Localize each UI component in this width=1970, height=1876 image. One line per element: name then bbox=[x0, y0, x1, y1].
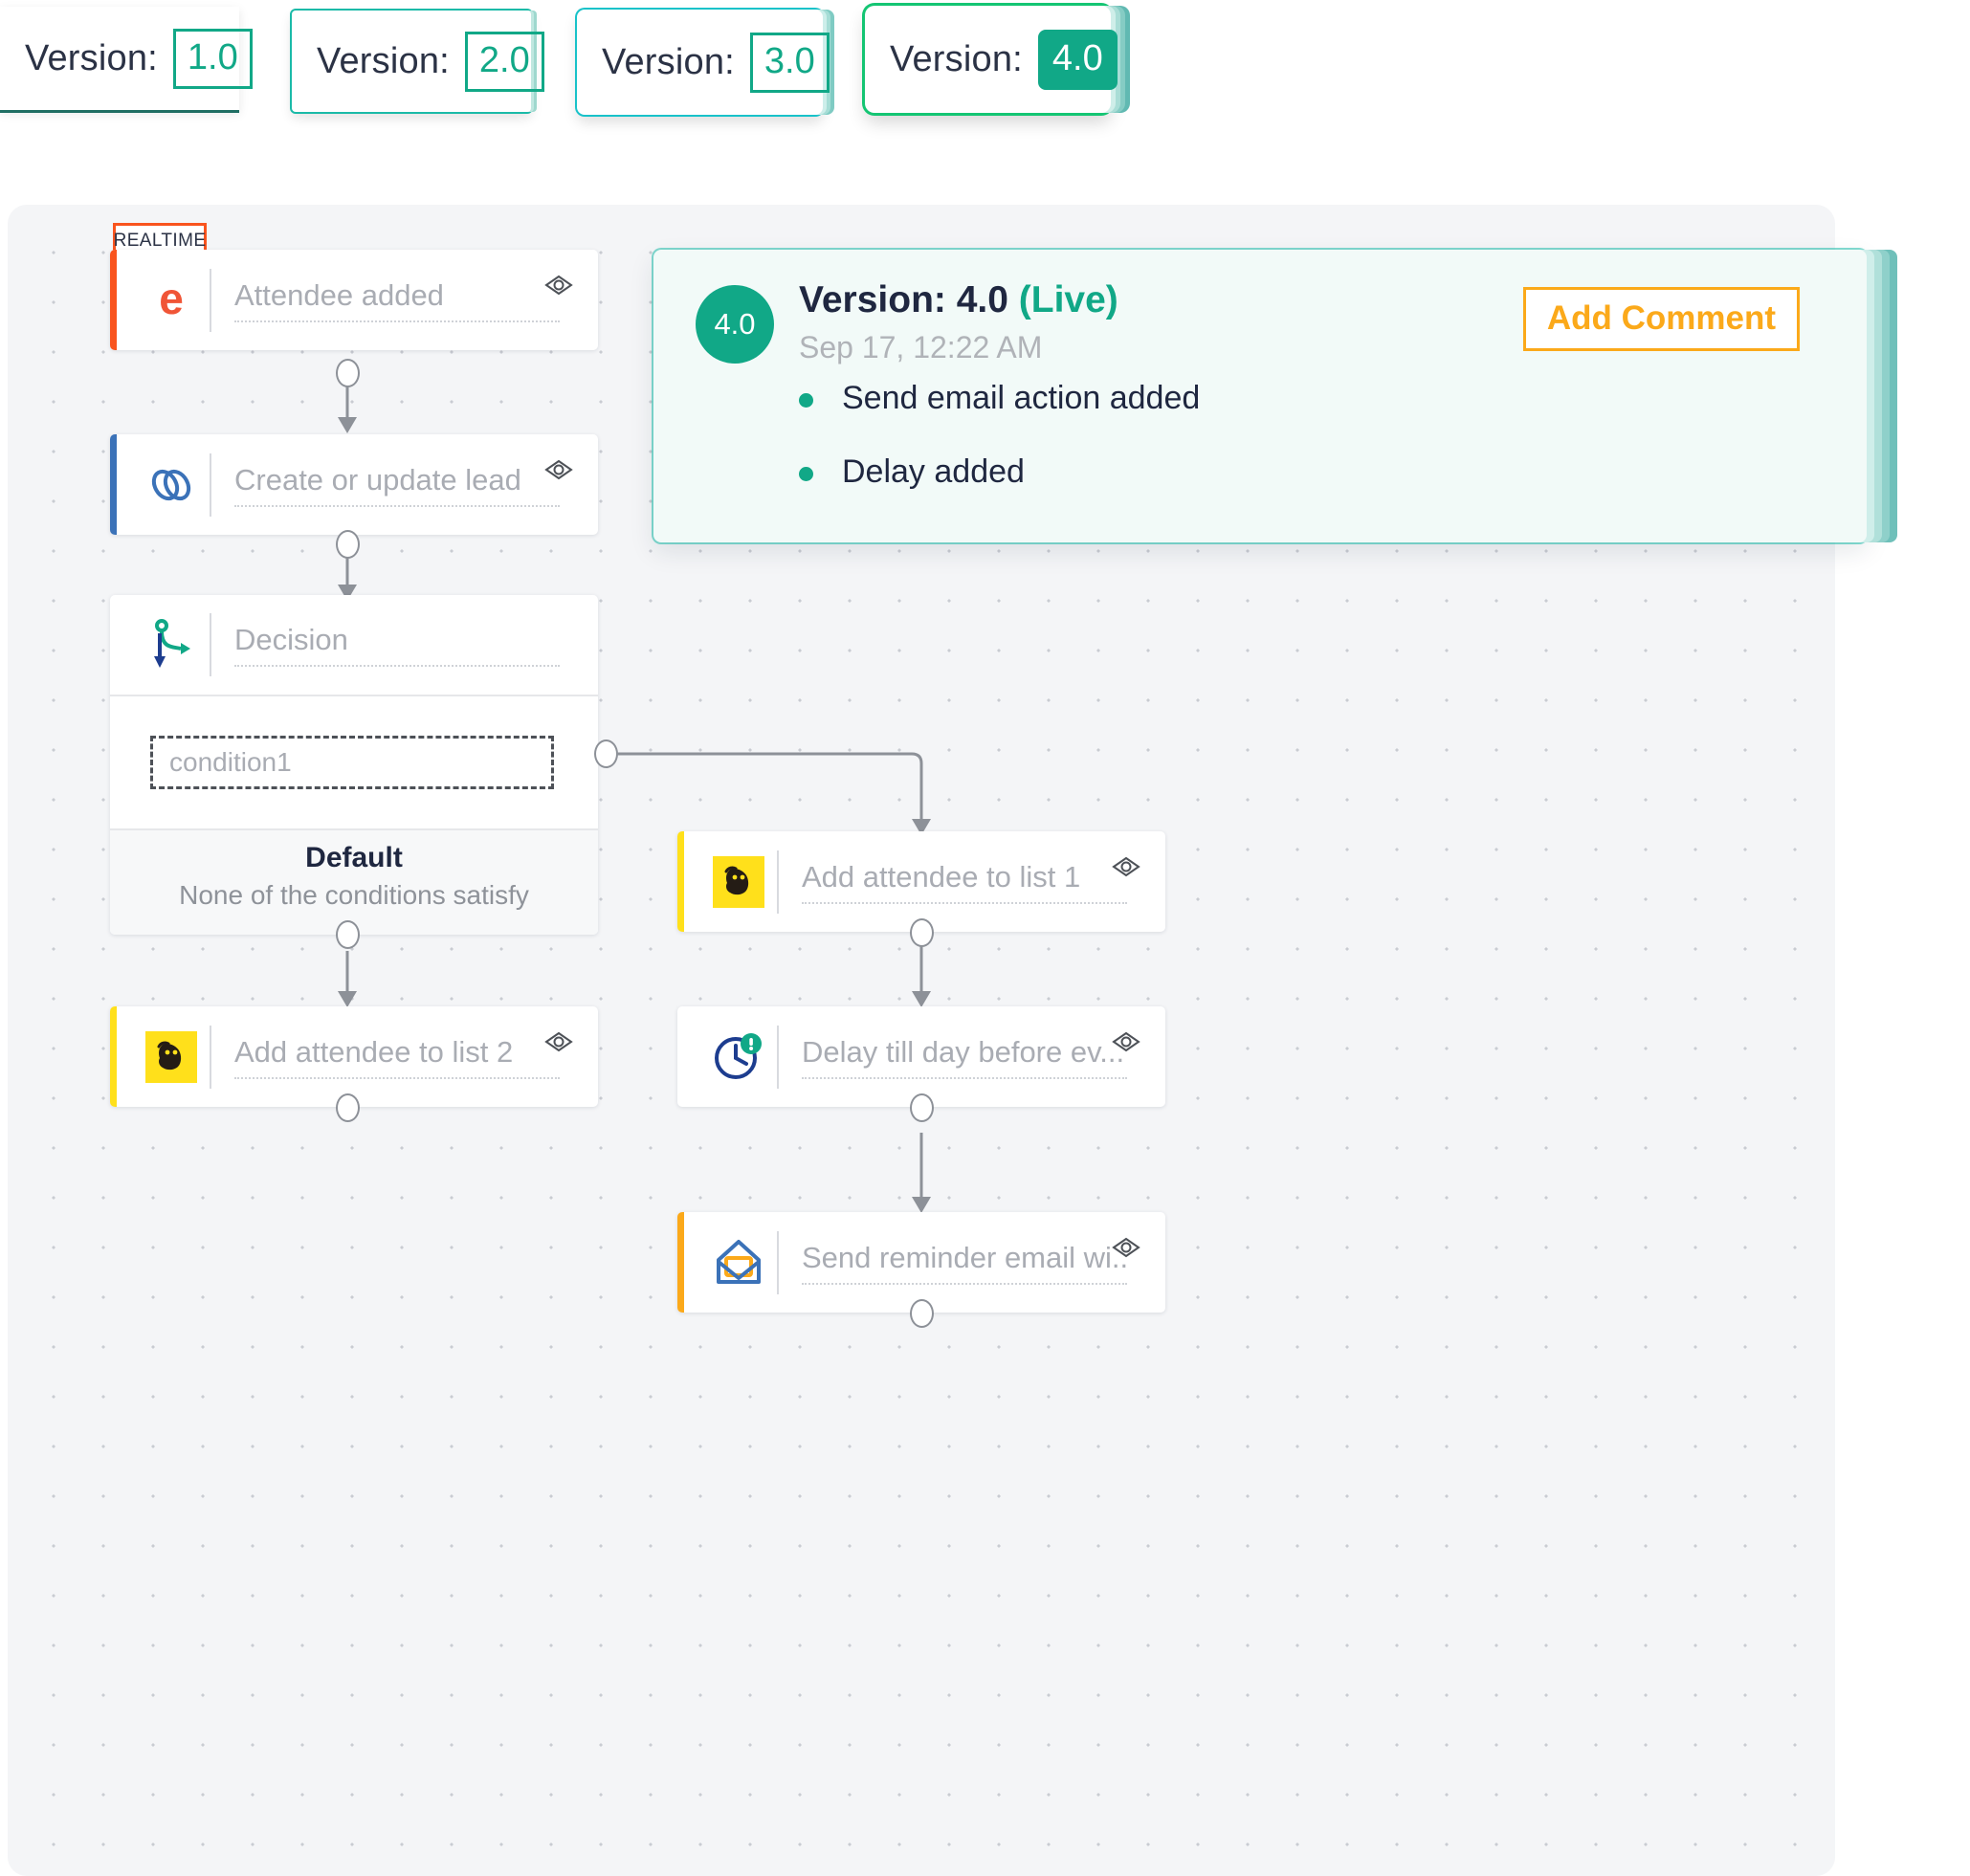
node-divider bbox=[210, 1025, 211, 1089]
decision-header: Decision bbox=[110, 595, 598, 696]
node-divider bbox=[210, 452, 211, 517]
decision-default-subtitle: None of the conditions satisfy bbox=[179, 880, 529, 910]
node-create-update-lead-title: Create or update lead bbox=[234, 463, 560, 507]
version-strip: Version: 1.0 Version: 2.0 Version: 3.0 V… bbox=[0, 0, 1970, 182]
version-card-4[interactable]: Version: 4.0 bbox=[865, 6, 1118, 113]
port-delay-out[interactable] bbox=[910, 1093, 934, 1122]
change-list-item: Send email action added bbox=[799, 380, 1200, 417]
arrowhead-reminder bbox=[912, 1197, 931, 1213]
eventbrite-e-icon: e bbox=[139, 269, 204, 332]
decision-branch-icon bbox=[139, 613, 204, 676]
panel-title-live-badge: (Live) bbox=[1018, 279, 1118, 320]
arrowhead-list2 bbox=[338, 991, 357, 1007]
node-divider bbox=[777, 850, 779, 914]
version-card-2-badge: 2.0 bbox=[464, 31, 544, 92]
version-card-3-label: Version: bbox=[602, 41, 735, 82]
node-divider bbox=[777, 1025, 779, 1089]
version-card-1[interactable]: Version: 1.0 bbox=[0, 7, 253, 110]
eye-icon[interactable] bbox=[544, 1031, 573, 1052]
panel-timestamp: Sep 17, 12:22 AM bbox=[799, 330, 1043, 364]
version-avatar: 4.0 bbox=[696, 285, 774, 364]
node-send-reminder-email[interactable]: Send reminder email wi... bbox=[677, 1212, 1165, 1313]
eye-icon[interactable] bbox=[544, 275, 573, 296]
arrowhead-delay bbox=[912, 991, 931, 1007]
open-envelope-icon bbox=[706, 1231, 771, 1294]
eye-icon[interactable] bbox=[1112, 856, 1140, 877]
change-list-item: Delay added bbox=[799, 453, 1200, 491]
node-accent-bar bbox=[110, 434, 117, 535]
mailchimp-icon bbox=[706, 850, 771, 914]
node-accent-bar bbox=[677, 831, 684, 932]
version-card-4-badge: 4.0 bbox=[1037, 29, 1118, 90]
eye-icon[interactable] bbox=[1112, 1237, 1140, 1258]
node-create-update-lead[interactable]: Create or update lead bbox=[110, 434, 598, 535]
condition-1[interactable]: condition1 bbox=[150, 736, 554, 789]
version-card-1-label: Version: bbox=[25, 37, 158, 78]
panel-header: Version: 4.0 (Live) Sep 17, 12:22 AM bbox=[799, 279, 1118, 365]
node-add-attendee-list-2[interactable]: Add attendee to list 2 bbox=[110, 1006, 598, 1107]
decision-default-branch: Default None of the conditions satisfy bbox=[110, 830, 598, 935]
node-delay[interactable]: Delay till day before ev... bbox=[677, 1006, 1165, 1107]
arrowhead-lead bbox=[338, 417, 357, 433]
node-divider bbox=[210, 613, 211, 676]
panel-title: Version: 4.0 (Live) bbox=[799, 279, 1118, 321]
add-comment-button[interactable]: Add Comment bbox=[1522, 287, 1800, 351]
port-attendee-out[interactable] bbox=[336, 359, 360, 387]
version-card-3-badge: 3.0 bbox=[749, 32, 830, 93]
mailchimp-icon bbox=[139, 1026, 204, 1089]
node-send-reminder-email-title: Send reminder email wi... bbox=[802, 1241, 1127, 1285]
eye-icon[interactable] bbox=[544, 459, 573, 480]
panel-title-version: Version: 4.0 bbox=[799, 279, 1008, 320]
node-attendee-added-title: Attendee added bbox=[234, 278, 560, 322]
node-add-attendee-list-1[interactable]: Add attendee to list 1 bbox=[677, 831, 1165, 932]
port-reminder-out[interactable] bbox=[910, 1299, 934, 1328]
clock-alert-icon bbox=[706, 1026, 771, 1089]
node-decision[interactable]: Decision condition1 Default None of the … bbox=[110, 595, 598, 935]
node-delay-title: Delay till day before ev... bbox=[802, 1035, 1127, 1079]
decision-conditions: condition1 bbox=[110, 696, 598, 830]
realtime-badge-label: REALTIME bbox=[113, 230, 207, 251]
version-card-2-label: Version: bbox=[317, 40, 450, 81]
node-accent-bar bbox=[110, 250, 117, 350]
node-accent-bar bbox=[110, 1006, 117, 1107]
port-default-out[interactable] bbox=[336, 920, 360, 949]
node-add-attendee-list-1-title: Add attendee to list 1 bbox=[802, 860, 1127, 904]
node-decision-title: Decision bbox=[234, 623, 560, 667]
change-list: Send email action added Delay added bbox=[799, 380, 1200, 527]
node-divider bbox=[777, 1230, 779, 1294]
decision-default-title: Default bbox=[305, 842, 403, 873]
node-accent-bar bbox=[677, 1212, 684, 1313]
version-comment-panel: 4.0 Version: 4.0 (Live) Sep 17, 12:22 AM… bbox=[653, 250, 1867, 542]
port-list2-out[interactable] bbox=[336, 1093, 360, 1122]
port-lead-out[interactable] bbox=[336, 530, 360, 559]
zoho-links-icon bbox=[139, 453, 204, 517]
port-condition1-out[interactable] bbox=[594, 739, 618, 768]
connector-condition-to-list1 bbox=[606, 752, 923, 822]
version-card-3[interactable]: Version: 3.0 bbox=[577, 10, 830, 115]
port-list1-out[interactable] bbox=[910, 918, 934, 947]
version-card-2[interactable]: Version: 2.0 bbox=[292, 11, 544, 112]
eye-icon[interactable] bbox=[1112, 1031, 1140, 1052]
node-divider bbox=[210, 268, 211, 332]
version-card-4-label: Version: bbox=[890, 38, 1023, 79]
node-add-attendee-list-2-title: Add attendee to list 2 bbox=[234, 1035, 560, 1079]
version-card-1-badge: 1.0 bbox=[172, 28, 253, 89]
svg-text:e: e bbox=[159, 277, 184, 323]
node-attendee-added[interactable]: e Attendee added bbox=[110, 250, 598, 350]
